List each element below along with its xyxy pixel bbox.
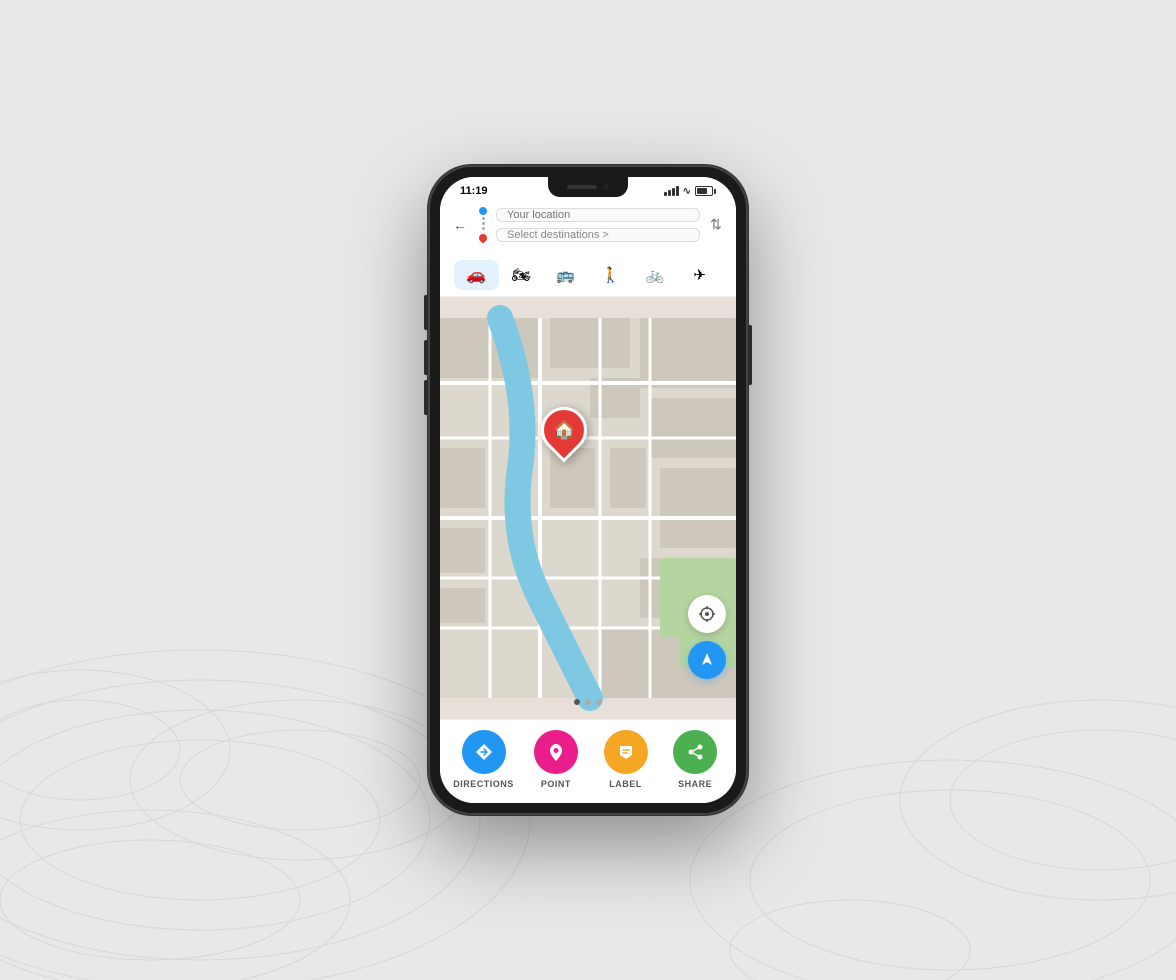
plane-icon: ✈ [693, 266, 706, 284]
home-icon: 🏠 [553, 420, 575, 441]
bottom-share[interactable]: SHARE [668, 730, 723, 789]
transport-car[interactable]: 🚗 [454, 260, 499, 290]
back-button[interactable]: ← [450, 215, 470, 235]
front-camera [603, 184, 609, 190]
transport-walk[interactable]: 🚶 [588, 261, 633, 289]
page-dot-1 [574, 699, 580, 705]
page-dot-3 [596, 699, 602, 705]
search-panel: ← Select destinations > [440, 201, 736, 254]
motorcycle-icon: 🏍 [511, 266, 530, 284]
bottom-point[interactable]: POINT [528, 730, 583, 789]
origin-dot [479, 207, 487, 215]
point-label: POINT [541, 779, 571, 789]
locate-icon [698, 605, 716, 623]
destination-placeholder: Select destinations > [507, 229, 609, 241]
walk-icon: 🚶 [601, 266, 620, 284]
transport-bus[interactable]: 🚌 [543, 261, 588, 289]
swap-button[interactable]: ⇅ [706, 215, 726, 235]
directions-label: DIRECTIONS [453, 779, 514, 789]
transport-bicycle[interactable]: 🚲 [633, 261, 678, 289]
status-time: 11:19 [460, 185, 488, 197]
map-pin: 🏠 [541, 407, 587, 457]
label-icon [615, 741, 637, 763]
phone-mockup: 11:19 ∿ [428, 165, 748, 815]
transport-plane[interactable]: ✈ [677, 261, 722, 289]
directions-icon [473, 741, 495, 763]
page-dots [574, 699, 602, 705]
route-dots [476, 207, 490, 242]
destination-input[interactable]: Select destinations > [496, 228, 700, 242]
transport-motorcycle[interactable]: 🏍 [499, 261, 544, 289]
share-icon [684, 741, 706, 763]
location-input[interactable] [496, 208, 700, 222]
point-circle [534, 730, 578, 774]
phone-screen: 11:19 ∿ [440, 177, 736, 803]
navigate-icon [698, 651, 716, 669]
label-circle [604, 730, 648, 774]
bottom-directions[interactable]: DIRECTIONS [453, 730, 514, 789]
pin-circle: 🏠 [532, 398, 597, 463]
navigate-button[interactable] [688, 641, 726, 679]
bicycle-icon: 🚲 [646, 266, 665, 284]
page-dot-2 [585, 699, 591, 705]
locate-button[interactable] [688, 595, 726, 633]
share-circle [673, 730, 717, 774]
notch [548, 177, 628, 197]
dot-connector [482, 217, 485, 230]
speaker [567, 185, 597, 189]
transport-bar: 🚗 🏍 🚌 🚶 🚲 ✈ [440, 254, 736, 297]
wifi-icon: ∿ [683, 186, 691, 197]
battery-icon [695, 186, 716, 196]
map-area[interactable]: 🏠 [440, 297, 736, 719]
signal-icon [664, 186, 679, 196]
status-icons: ∿ [664, 186, 716, 197]
share-label: SHARE [678, 779, 712, 789]
directions-circle [462, 730, 506, 774]
location-row: ← Select destinations > [450, 207, 726, 242]
bottom-label[interactable]: LABEL [598, 730, 653, 789]
label-label: LABEL [609, 779, 642, 789]
car-icon: 🚗 [466, 265, 486, 285]
dest-dot [477, 232, 488, 243]
bottom-bar: DIRECTIONS POINT [440, 719, 736, 803]
point-icon [545, 741, 567, 763]
bus-icon: 🚌 [556, 266, 575, 284]
map-controls [688, 595, 726, 679]
phone-frame: 11:19 ∿ [428, 165, 748, 815]
